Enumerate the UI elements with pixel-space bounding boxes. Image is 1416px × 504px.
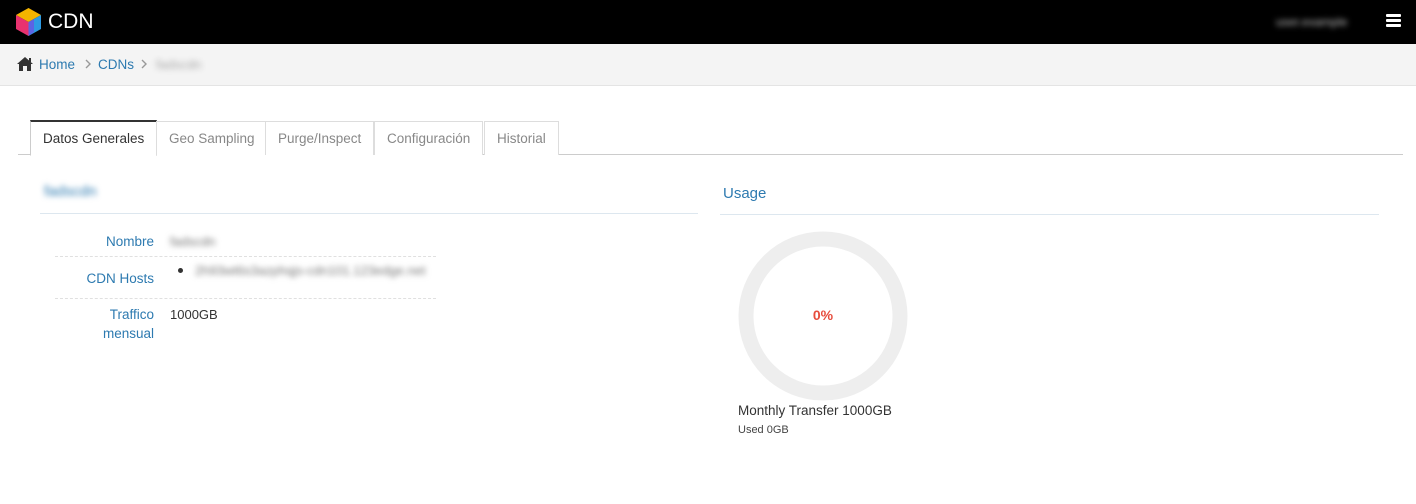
usage-percent: 0% bbox=[812, 307, 834, 323]
detail-label: Nombre bbox=[105, 234, 154, 249]
detail-label: CDN Hosts bbox=[86, 271, 154, 286]
detail-value: 1000GB bbox=[170, 307, 218, 322]
chevron-right-icon bbox=[85, 59, 91, 69]
detail-label: Traffico mensual bbox=[102, 307, 154, 341]
user-menu[interactable]: user.example bbox=[1276, 15, 1368, 29]
divider bbox=[720, 214, 1379, 215]
tab-geo-sampling[interactable]: Geo Sampling bbox=[156, 121, 268, 155]
chevron-right-icon bbox=[141, 59, 147, 69]
breadcrumb-home[interactable]: Home bbox=[39, 57, 75, 73]
cube-logo-icon[interactable] bbox=[16, 8, 41, 36]
used-label: Used 0GB bbox=[738, 424, 789, 436]
divider bbox=[40, 213, 698, 214]
tab-historial[interactable]: Historial bbox=[484, 121, 559, 155]
tab-datos-generales[interactable]: Datos Generales bbox=[30, 120, 158, 156]
home-icon[interactable] bbox=[16, 56, 34, 72]
cdn-name-heading: fadscdn bbox=[44, 183, 97, 200]
tab-purge-inspect[interactable]: Purge/Inspect bbox=[265, 121, 375, 155]
monthly-transfer-label: Monthly Transfer 1000GB bbox=[738, 403, 892, 418]
detail-row-nombre: Nombre fadscdn bbox=[55, 227, 436, 257]
bullet-icon bbox=[178, 268, 183, 273]
tab-configuracion[interactable]: Configuración bbox=[374, 121, 484, 155]
top-navbar: CDN user.example bbox=[0, 0, 1416, 44]
app-title[interactable]: CDN bbox=[48, 9, 94, 35]
breadcrumb: Home CDNs fadscdn bbox=[0, 44, 1416, 86]
tab-bar: Datos Generales Geo Sampling Purge/Inspe… bbox=[18, 120, 1403, 156]
details-table: Nombre fadscdn CDN Hosts 2h93wt6s3azphqj… bbox=[55, 227, 436, 349]
usage-heading: Usage bbox=[723, 185, 767, 202]
breadcrumb-current: fadscdn bbox=[156, 57, 202, 72]
breadcrumb-cdns[interactable]: CDNs bbox=[98, 57, 134, 73]
hamburger-menu-icon[interactable] bbox=[1386, 14, 1401, 27]
detail-value: fadscdn bbox=[170, 234, 216, 249]
cdn-host-item: 2h93wt6s3azphqjs-cdn101.123edge.net bbox=[195, 263, 426, 278]
detail-row-cdn-hosts: CDN Hosts 2h93wt6s3azphqjs-cdn101.123edg… bbox=[55, 257, 436, 299]
detail-row-traffico: Traffico mensual 1000GB bbox=[55, 299, 436, 349]
